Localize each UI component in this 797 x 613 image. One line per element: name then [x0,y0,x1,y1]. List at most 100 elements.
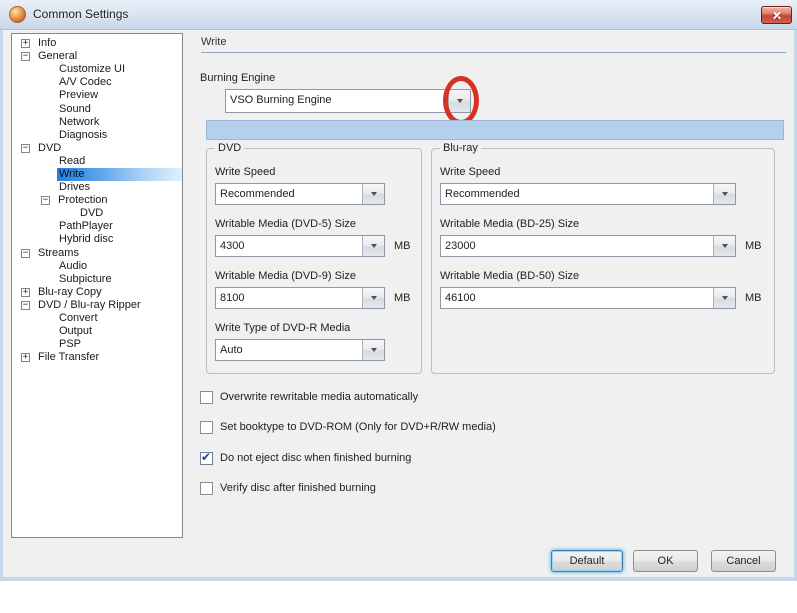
writable-media-dvd-9-size-combo[interactable]: 8100 [215,287,385,309]
dvd-group: DVD Write Speed Recommended Writable Media… [206,142,422,374]
tree-item-label: A/V Codec [59,76,112,89]
engine-highlight-bar [206,120,784,140]
settings-tree: + Info − General Customize UI A/V Codec Previe… [11,33,183,538]
expand-icon[interactable]: + [21,353,30,363]
tree-item-read[interactable]: Read [12,155,182,168]
title-bar[interactable]: Common Settings [0,0,797,30]
combo-value: 46100 [445,292,476,304]
checkbox-box[interactable]: ✔ [200,450,213,465]
burning-engine-label: Burning Engine [200,72,276,84]
default-button[interactable]: Default [551,550,623,572]
combo-dropdown-button[interactable] [362,340,384,360]
dropdown-arrow-icon [370,348,377,352]
write-speed-combo[interactable]: Recommended [215,183,385,205]
write-speed-label: Write Speed [215,166,276,178]
checkbox-do-not-eject-disc-when-finished-burning[interactable]: ✔ Do not eject disc when finished burning [200,450,412,465]
tree-item-customize-ui[interactable]: Customize UI [12,63,182,76]
tree-item-sound[interactable]: Sound [12,102,182,115]
tree-item-output[interactable]: Output [12,325,182,338]
close-icon [772,11,781,20]
writable-media-dvd-9-size-label: Writable Media (DVD-9) Size [215,270,357,282]
expand-icon[interactable]: + [21,39,30,49]
tree-item-info[interactable]: + Info [12,37,182,50]
tree-item-pathplayer[interactable]: PathPlayer [12,220,182,233]
dvd-group-title: DVD [215,142,245,155]
tree-item-psp[interactable]: PSP [12,338,182,351]
close-button[interactable] [761,6,792,24]
checkbox-box[interactable] [200,481,213,495]
dropdown-arrow-icon [370,296,377,300]
unit-label: MB [394,240,411,252]
writable-media-bd-25-size-row: 23000 MB [440,235,766,257]
tree-item-drives[interactable]: Drives [12,181,182,194]
tree-item-label: Preview [59,89,99,102]
tree-item-label: Drives [59,181,91,194]
tree-item-general[interactable]: − General [12,50,182,63]
header-separator [201,52,786,53]
tree-item-label: Sound [59,102,91,115]
combo-dropdown-button[interactable] [362,184,384,204]
bluray-group-fields: Write Speed Recommended Writable Media (BD… [440,166,766,309]
combo-value: Recommended [220,188,295,200]
write-speed-combo[interactable]: Recommended [440,183,736,205]
checkbox-verify-disc-after-finished-burning[interactable]: Verify disc after finished burning [200,481,376,495]
expand-icon[interactable]: + [21,287,30,297]
write-type-of-dvd-r-media-label: Write Type of DVD-R Media [215,322,351,334]
combo-dropdown-button[interactable] [713,236,735,256]
burning-engine-combo[interactable]: VSO Burning Engine [225,89,471,113]
combo-value: 23000 [445,240,476,252]
tree-item-streams[interactable]: − Streams [12,247,182,260]
collapse-icon[interactable]: − [41,196,50,206]
tree-item-convert[interactable]: Convert [12,312,182,325]
tree-item-file-transfer[interactable]: + File Transfer [12,351,182,364]
tree-item-dvd[interactable]: − DVD [12,142,182,155]
unit-label: MB [745,240,762,252]
tree-item-label: PathPlayer [59,220,113,233]
checkbox-label: Overwrite rewritable media automatically [220,391,419,403]
tree-item-audio[interactable]: Audio [12,260,182,273]
tree-item-label: Streams [38,246,79,259]
tree-item-protection[interactable]: − Protection [12,194,182,207]
combo-dropdown-button[interactable] [362,236,384,256]
collapse-icon[interactable]: − [21,143,30,153]
tree-item-write[interactable]: Write [12,167,182,181]
tree-item-label: DVD [38,141,62,154]
cancel-button[interactable]: Cancel [711,550,776,572]
checkbox-set-booktype-to-dvd-rom-only-for-dvd-r-rw-media[interactable]: Set booktype to DVD-ROM (Only for DVD+R/… [200,420,496,434]
collapse-icon[interactable]: − [21,300,30,310]
writable-media-bd-25-size-combo[interactable]: 23000 [440,235,736,257]
checkbox-label: Do not eject disc when finished burning [220,452,412,464]
write-type-of-dvd-r-media-combo[interactable]: Auto [215,339,385,361]
combo-value: Recommended [445,188,520,200]
tree-item-diagnosis[interactable]: Diagnosis [12,129,182,142]
combo-value: 4300 [220,240,245,252]
checkbox-overwrite-rewritable-media-automatically[interactable]: Overwrite rewritable media automatically [200,390,418,404]
tree-item-label: Blu-ray Copy [38,285,102,298]
tree-item-hybrid-disc[interactable]: Hybrid disc [12,233,182,246]
common-settings-dialog: Common Settings + Info − General Customize U… [0,0,797,581]
tree-item-dvd[interactable]: DVD [12,207,182,220]
collapse-icon[interactable]: − [21,52,30,62]
writable-media-dvd-5-size-combo[interactable]: 4300 [215,235,385,257]
combo-value: 8100 [220,292,245,304]
tree-item-a-v-codec[interactable]: A/V Codec [12,76,182,89]
collapse-icon[interactable]: − [21,248,30,258]
tree-item-preview[interactable]: Preview [12,89,182,102]
tree-item-label: PSP [59,338,82,351]
tree-item-dvd-blu-ray-ripper[interactable]: − DVD / Blu-ray Ripper [12,299,182,312]
burning-engine-dropdown-button[interactable] [448,90,470,112]
tree-item-blu-ray-copy[interactable]: + Blu-ray Copy [12,286,182,299]
checkbox-box[interactable] [200,420,213,434]
tree-item-network[interactable]: Network [12,116,182,129]
tree-item-label: Read [59,154,86,167]
writable-media-bd-50-size-combo[interactable]: 46100 [440,287,736,309]
combo-dropdown-button[interactable] [362,288,384,308]
ok-button[interactable]: OK [633,550,698,572]
checkbox-box[interactable] [200,390,213,404]
tree-item-label: File Transfer [38,351,100,364]
combo-dropdown-button[interactable] [713,288,735,308]
dropdown-arrow-icon [370,244,377,248]
tree-item-subpicture[interactable]: Subpicture [12,273,182,286]
bluray-group-title: Blu-ray [440,142,481,155]
combo-dropdown-button[interactable] [713,184,735,204]
